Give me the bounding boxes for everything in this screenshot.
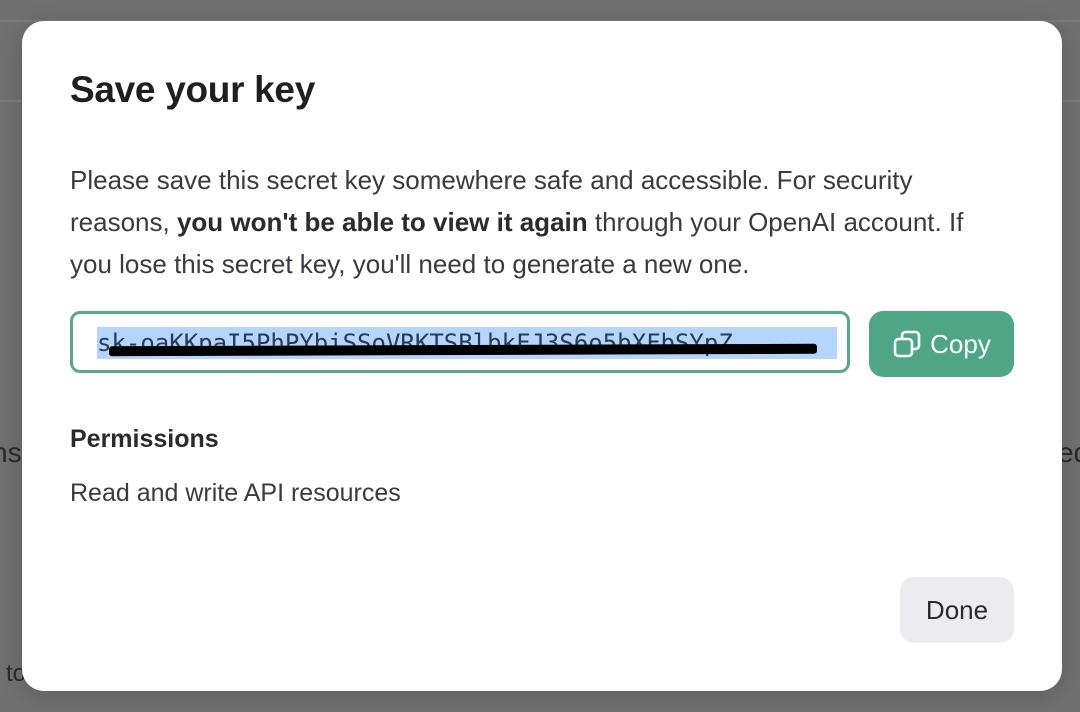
permissions-value: Read and write API resources <box>70 479 401 507</box>
done-button[interactable]: Done <box>900 577 1014 643</box>
save-key-dialog: Save your key Please save this secret ke… <box>22 21 1062 691</box>
secret-key-field[interactable]: sk-oaKKpaI5PhPYbiSSoVRKTSBlbkFJ3S6o5bXFb… <box>70 311 850 373</box>
dialog-title: Save your key <box>70 69 315 110</box>
copy-button-label: Copy <box>930 328 991 359</box>
done-button-label: Done <box>925 594 989 625</box>
copy-icon <box>892 329 922 359</box>
permissions-heading: Permissions <box>70 425 219 453</box>
copy-button[interactable]: Copy <box>869 311 1014 377</box>
dialog-description: Please save this secret key somewhere sa… <box>70 159 1010 285</box>
description-emphasis: you won't be able to view it again <box>176 207 588 237</box>
